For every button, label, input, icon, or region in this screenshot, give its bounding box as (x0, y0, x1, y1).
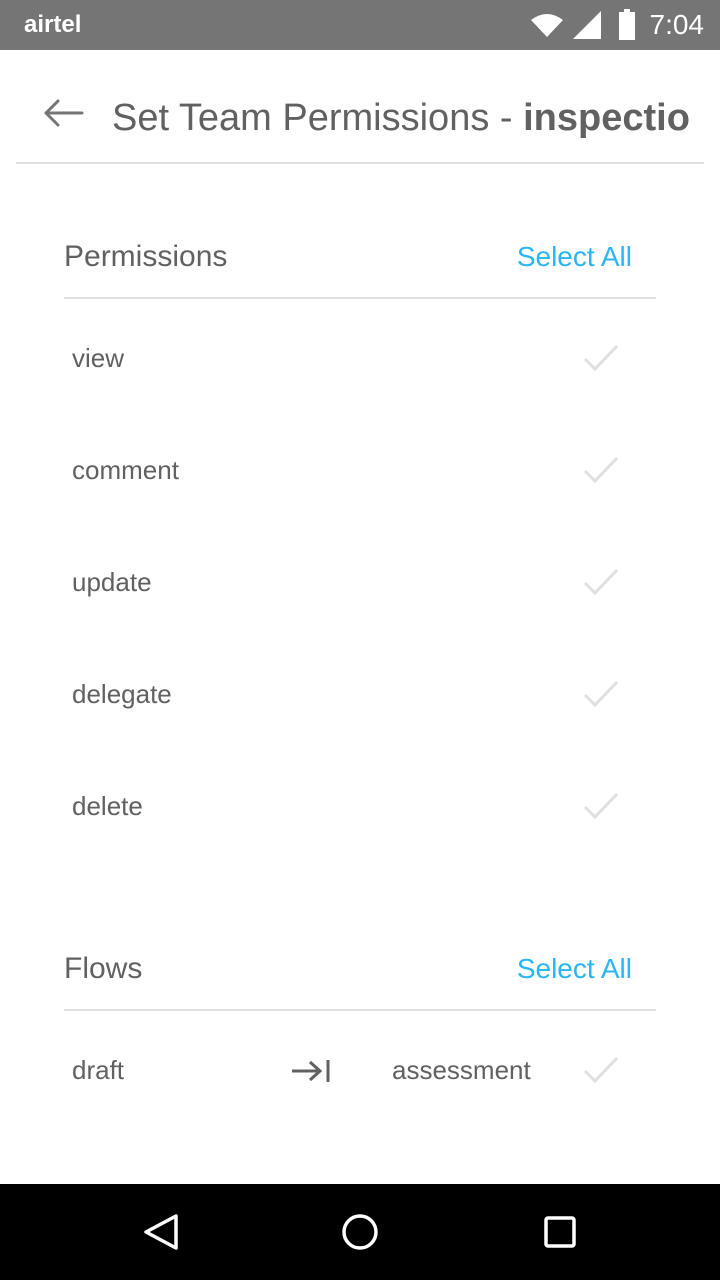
permissions-select-all-button[interactable]: Select All (517, 240, 632, 274)
check-icon[interactable] (582, 790, 620, 822)
permissions-header: Permissions Select All (64, 224, 656, 288)
flows-select-all-button[interactable]: Select All (517, 952, 632, 986)
permissions-title: Permissions (64, 240, 228, 273)
back-triangle-icon (144, 1214, 178, 1250)
back-button[interactable] (38, 94, 90, 132)
screen: airtel 7:04 Set Team Permissions - inspe… (0, 0, 720, 1280)
page-title-emphasis: inspectio (523, 97, 690, 139)
nav-back-button[interactable] (136, 1208, 184, 1256)
permission-row-delegate[interactable]: delegate (64, 638, 656, 750)
permission-row-update[interactable]: update (64, 526, 656, 638)
cell-signal-icon (572, 10, 602, 40)
nav-recents-button[interactable] (536, 1208, 584, 1256)
carrier-name: airtel (24, 11, 82, 38)
flow-row[interactable]: draft assessment (64, 1014, 656, 1126)
permissions-divider (64, 297, 656, 299)
check-icon[interactable] (582, 566, 620, 598)
flow-to-label: assessment (392, 1055, 531, 1085)
arrow-to-end-icon (292, 1060, 330, 1082)
nav-home-button[interactable] (336, 1208, 384, 1256)
home-circle-icon (342, 1214, 378, 1250)
status-icons: 7:04 (530, 8, 705, 42)
page-title-prefix: Set Team Permissions - (112, 97, 524, 139)
permission-label: view (72, 343, 125, 373)
permission-label: comment (72, 455, 179, 485)
page-title: Set Team Permissions - inspectio (112, 94, 705, 142)
permission-label: delete (72, 791, 143, 821)
navigation-bar (0, 1184, 720, 1280)
flow-from-label: draft (72, 1055, 125, 1085)
battery-icon (618, 9, 636, 41)
flows-title: Flows (64, 952, 143, 985)
app-bar-divider (16, 162, 704, 164)
permission-label: update (72, 567, 152, 597)
check-icon[interactable] (582, 678, 620, 710)
app-bar: Set Team Permissions - inspectio (0, 50, 720, 164)
recents-square-icon (544, 1216, 576, 1248)
permission-row-comment[interactable]: comment (64, 414, 656, 526)
check-icon[interactable] (582, 342, 620, 374)
flows-divider (64, 1009, 656, 1011)
permission-row-view[interactable]: view (64, 302, 656, 414)
wifi-icon (530, 12, 564, 38)
check-icon[interactable] (582, 454, 620, 486)
clock: 7:04 (649, 9, 705, 40)
check-icon[interactable] (582, 1054, 620, 1086)
permission-row-delete[interactable]: delete (64, 750, 656, 862)
arrow-back-icon (44, 99, 84, 127)
flows-header: Flows Select All (64, 936, 656, 1000)
status-bar: airtel 7:04 (0, 0, 720, 50)
permission-label: delegate (72, 679, 172, 709)
